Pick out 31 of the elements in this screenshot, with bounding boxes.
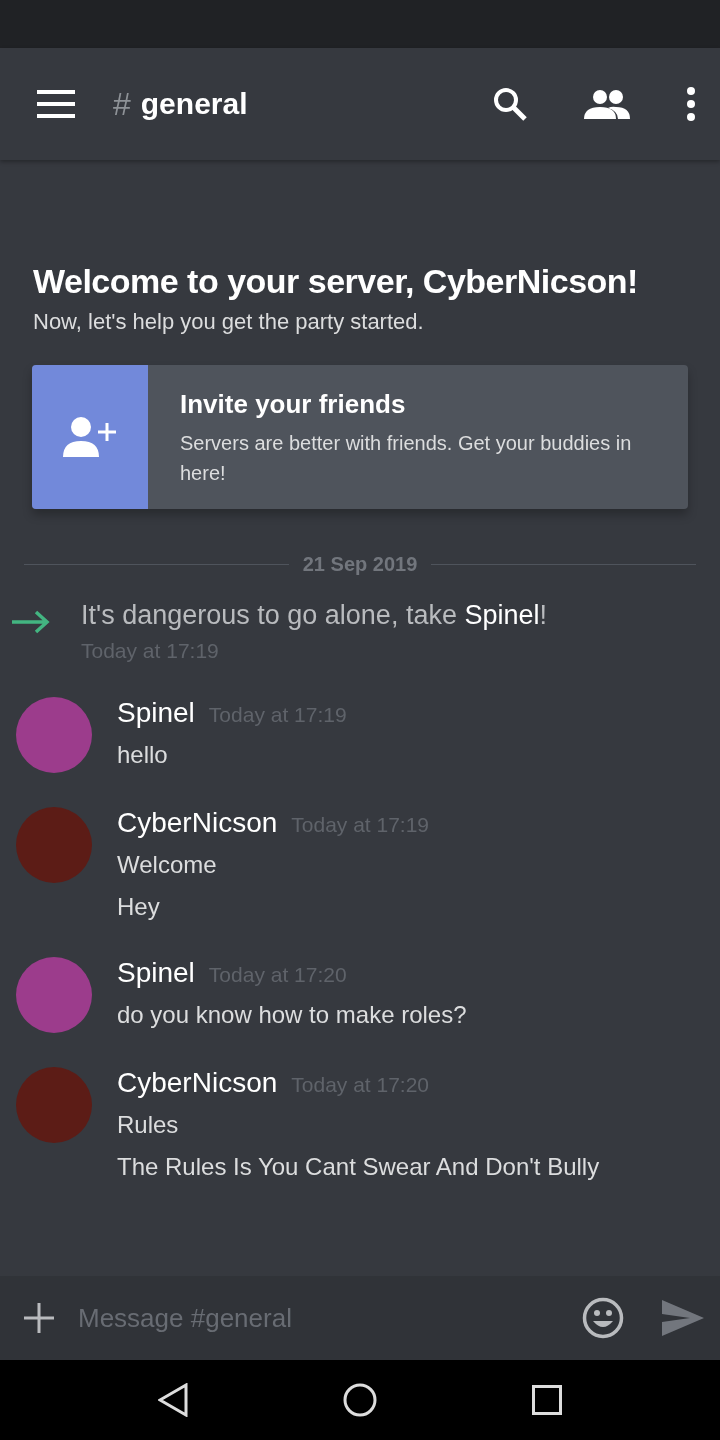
invite-text: Servers are better with friends. Get your buddies in here! — [180, 431, 633, 486]
author-name[interactable]: CyberNicson — [117, 1067, 278, 1099]
hash-symbol: # — [113, 85, 131, 123]
invite-card[interactable]: Invite your friends Servers are better with friends. Get your buddies in here! — [32, 365, 688, 509]
welcome-subtitle: Now, let's help you get the party started. — [33, 309, 425, 335]
author-name[interactable]: Spinel — [117, 957, 195, 989]
join-arrow-icon — [11, 610, 50, 634]
message-text: The Rules Is You Cant Swear And Don't Bully — [117, 1152, 600, 1182]
message-text: do you know how to make roles? — [117, 1000, 467, 1030]
add-user-icon — [63, 417, 117, 457]
author-name[interactable]: Spinel — [117, 697, 195, 729]
invite-title: Invite your friends — [180, 389, 407, 420]
message-text: Hey — [117, 892, 161, 922]
back-icon[interactable] — [157, 1383, 188, 1417]
home-icon[interactable] — [343, 1383, 377, 1417]
message-text: Welcome — [117, 850, 218, 880]
search-icon[interactable] — [492, 86, 528, 122]
more-icon[interactable] — [686, 87, 696, 121]
emoji-icon[interactable] — [582, 1297, 624, 1339]
date-divider: 21 Sep 2019 — [302, 553, 418, 576]
message-text: Rules — [117, 1110, 180, 1140]
add-icon[interactable] — [24, 1303, 54, 1333]
message-text: hello — [117, 740, 169, 770]
join-message: It's dangerous to go alone, take Spinel! — [81, 600, 547, 631]
channel-name: general — [140, 87, 248, 121]
author-name[interactable]: CyberNicson — [117, 807, 278, 839]
welcome-title: Welcome to your server, CyberNicson! — [33, 262, 639, 301]
send-icon[interactable] — [662, 1300, 704, 1336]
menu-icon[interactable] — [37, 90, 75, 118]
recents-icon[interactable] — [532, 1385, 563, 1415]
members-icon[interactable] — [584, 89, 630, 119]
